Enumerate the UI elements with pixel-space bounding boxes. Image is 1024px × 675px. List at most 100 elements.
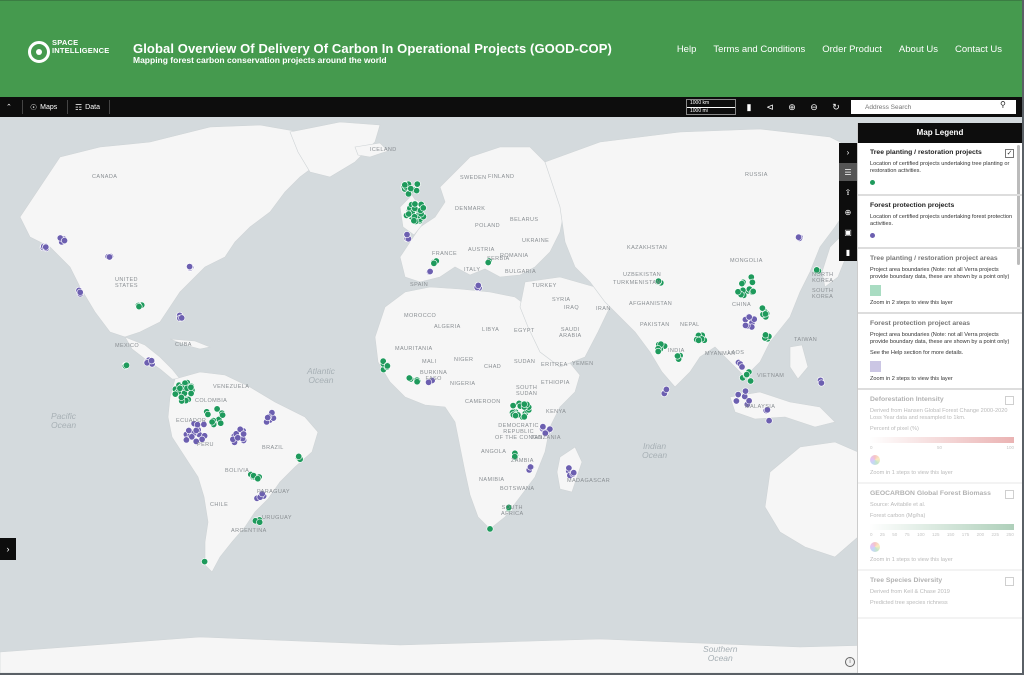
project-point[interactable] (743, 371, 751, 379)
project-point[interactable] (42, 243, 50, 251)
project-point[interactable] (570, 469, 578, 477)
project-point[interactable] (411, 200, 419, 208)
project-point[interactable] (695, 336, 703, 344)
project-point[interactable] (213, 405, 221, 413)
project-point[interactable] (192, 426, 200, 434)
upload-icon[interactable]: ⇪ (839, 183, 857, 201)
nav-help[interactable]: Help (677, 44, 697, 55)
project-point[interactable] (748, 278, 756, 286)
refresh-icon[interactable]: ↻ (828, 99, 844, 115)
info-icon[interactable]: i (845, 657, 855, 667)
project-point[interactable] (749, 287, 757, 295)
project-point[interactable] (204, 410, 212, 418)
collapse-legend-icon[interactable]: › (839, 143, 857, 161)
maps-tab[interactable]: ☉ Maps (30, 97, 57, 117)
project-point[interactable] (401, 181, 409, 189)
project-point[interactable] (135, 303, 143, 311)
project-point[interactable] (254, 475, 262, 483)
project-point[interactable] (430, 259, 438, 267)
address-search-input[interactable] (851, 100, 1016, 114)
nav-contact-us[interactable]: Contact Us (955, 44, 1002, 55)
nav-order-product[interactable]: Order Product (822, 44, 882, 55)
project-point[interactable] (219, 411, 227, 419)
palette-icon[interactable] (870, 455, 880, 465)
project-point[interactable] (738, 280, 746, 288)
project-point[interactable] (178, 314, 186, 322)
zoom-in-icon[interactable]: ⊕ (784, 99, 800, 115)
project-point[interactable] (176, 384, 184, 392)
layer-checkbox[interactable]: ✓ (1005, 149, 1014, 158)
project-point[interactable] (426, 268, 434, 276)
project-point[interactable] (419, 204, 427, 212)
project-point[interactable] (295, 452, 303, 460)
project-point[interactable] (662, 385, 670, 393)
logo-text[interactable]: SPACE INTELLIGENCE (52, 39, 109, 55)
nav-about-us[interactable]: About Us (899, 44, 938, 55)
project-point[interactable] (410, 217, 418, 225)
project-point[interactable] (734, 288, 742, 296)
project-point[interactable] (413, 180, 421, 188)
layer-checkbox[interactable] (1005, 577, 1014, 586)
project-point[interactable] (486, 525, 494, 533)
project-point[interactable] (234, 434, 242, 442)
layers-icon[interactable]: ☰ (839, 163, 857, 181)
project-point[interactable] (186, 263, 194, 271)
project-point[interactable] (383, 362, 391, 370)
palette-icon[interactable] (870, 542, 880, 552)
project-point[interactable] (758, 304, 766, 312)
project-point[interactable] (208, 418, 216, 426)
project-point[interactable] (761, 310, 769, 318)
image-icon[interactable]: ▣ (839, 223, 857, 241)
project-point[interactable] (201, 558, 209, 566)
search-icon[interactable]: ⚲ (1000, 100, 1006, 109)
project-point[interactable] (187, 383, 195, 391)
data-tab[interactable]: ☶ Data (75, 97, 100, 117)
project-point[interactable] (405, 210, 413, 218)
project-point[interactable] (240, 430, 248, 438)
project-point[interactable] (405, 374, 413, 382)
project-point[interactable] (407, 185, 415, 193)
project-point[interactable] (106, 253, 114, 261)
project-point[interactable] (76, 288, 84, 296)
project-point[interactable] (765, 417, 773, 425)
project-point[interactable] (741, 321, 749, 329)
project-point[interactable] (264, 414, 272, 422)
project-point[interactable] (520, 400, 528, 408)
layer-checkbox[interactable] (1005, 396, 1014, 405)
project-point[interactable] (654, 347, 662, 355)
project-point[interactable] (732, 397, 740, 405)
project-point[interactable] (60, 237, 68, 245)
project-point[interactable] (526, 463, 534, 471)
nav-terms[interactable]: Terms and Conditions (713, 44, 805, 55)
layer-checkbox[interactable] (1005, 490, 1014, 499)
project-point[interactable] (511, 412, 519, 420)
expand-left-panel-icon[interactable]: › (0, 538, 16, 560)
collapse-toolbar-icon[interactable]: ⌃ (6, 97, 12, 117)
zoom-to-icon[interactable]: ⊕ (839, 203, 857, 221)
project-point[interactable] (738, 363, 746, 371)
project-point[interactable] (747, 377, 755, 385)
project-point[interactable] (817, 379, 825, 387)
logo-icon[interactable] (28, 41, 50, 63)
project-point[interactable] (185, 426, 193, 434)
project-point[interactable] (474, 281, 482, 289)
project-point[interactable] (182, 436, 190, 444)
project-point[interactable] (413, 187, 421, 195)
project-point[interactable] (565, 464, 573, 472)
project-point[interactable] (123, 361, 131, 369)
zoom-out-icon[interactable]: ⊖ (806, 99, 822, 115)
project-point[interactable] (148, 357, 156, 365)
project-point[interactable] (795, 233, 803, 241)
project-point[interactable] (403, 231, 411, 239)
bookmark-icon[interactable]: ▮ (741, 99, 757, 115)
project-point[interactable] (520, 413, 528, 421)
project-point[interactable] (177, 393, 185, 401)
project-point[interactable] (171, 390, 179, 398)
project-point[interactable] (509, 402, 517, 410)
share-icon[interactable]: ⊲ (762, 99, 778, 115)
bookmark-icon[interactable]: ▮ (839, 243, 857, 261)
project-point[interactable] (734, 391, 742, 399)
project-point[interactable] (745, 313, 753, 321)
project-point[interactable] (761, 331, 769, 339)
project-point[interactable] (217, 419, 225, 427)
